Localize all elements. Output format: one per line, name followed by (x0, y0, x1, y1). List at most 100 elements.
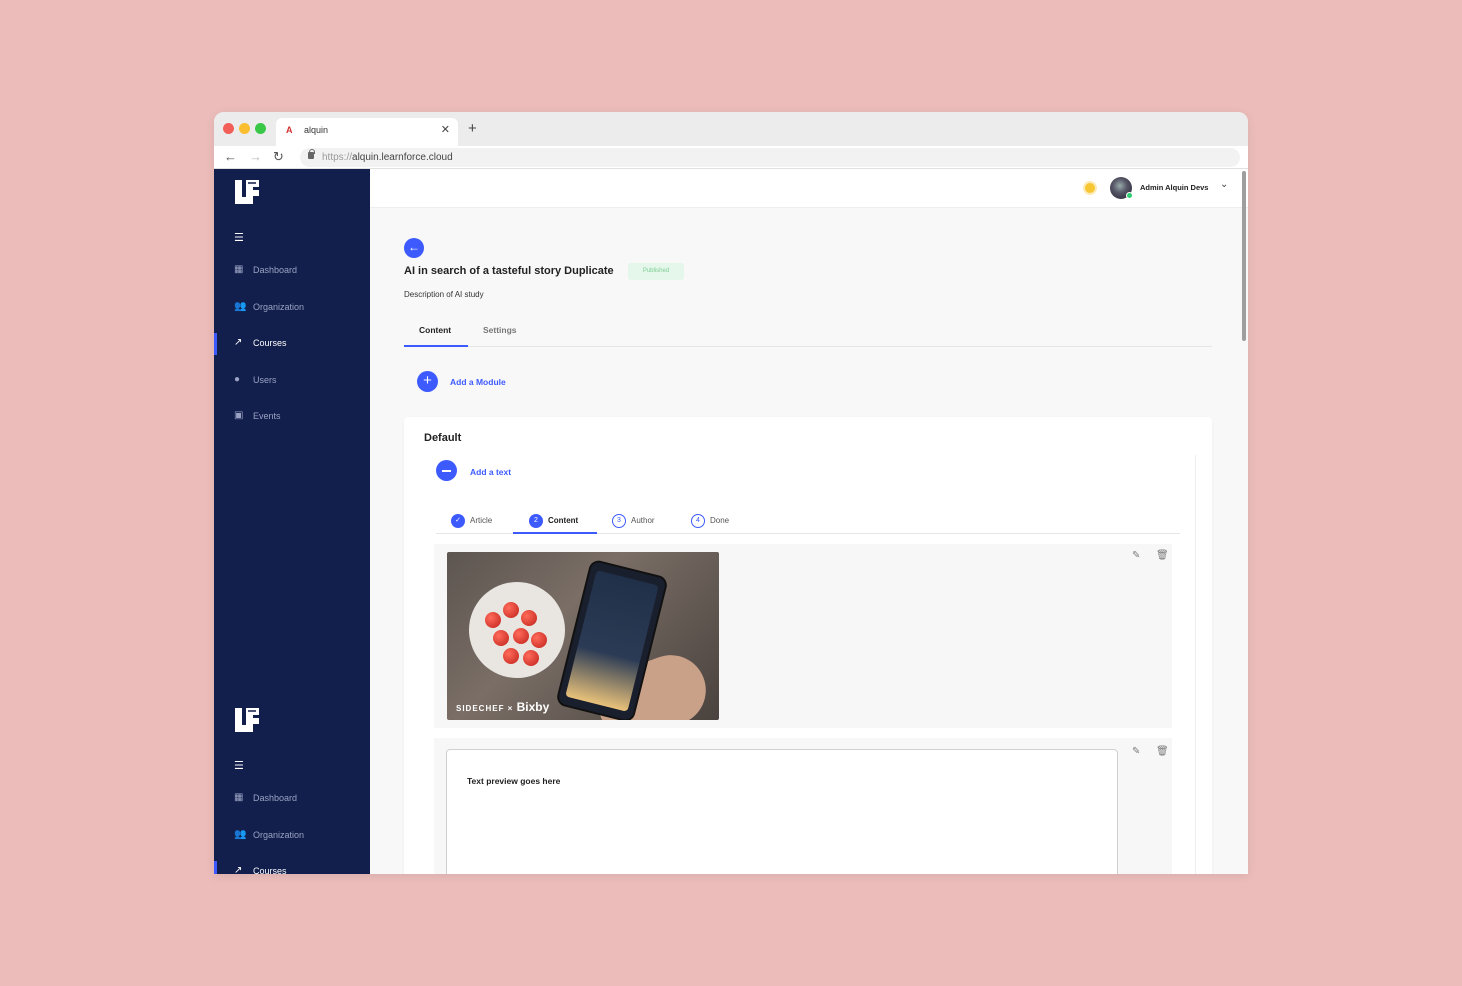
tomato-graphic (503, 648, 519, 664)
sidebar-item-dashboard[interactable]: ▦ Dashboard (214, 260, 370, 282)
people-icon: 👥 (234, 829, 247, 840)
delete-icon[interactable]: 🗑 (1156, 550, 1169, 561)
image-watermark: SIDECHEF × Bixby (456, 700, 549, 714)
edit-icon[interactable]: ✎ (1132, 550, 1140, 561)
avatar[interactable] (1110, 177, 1133, 199)
sidebar-item-users[interactable]: ● Users (214, 370, 370, 392)
top-bar: Admin Alquin Devs ⌄ (370, 169, 1248, 208)
course-description: Description of AI study (404, 290, 484, 299)
tomato-graphic (485, 612, 501, 628)
tomato-graphic (513, 628, 529, 644)
status-badge: Published (628, 263, 684, 280)
sidebar-item-label: Users (253, 375, 277, 385)
sidebar: ☰ ▦ Dashboard 👥 Organization ↗ Courses ●… (214, 169, 370, 874)
sidebar-item-label: Organization (253, 302, 305, 312)
tomato-graphic (523, 650, 539, 666)
back-arrow-icon[interactable]: ← (224, 149, 237, 164)
sidebar-item-label: Dashboard (253, 793, 298, 803)
edit-icon[interactable]: ✎ (1132, 746, 1140, 757)
people-icon: 👥 (234, 301, 247, 312)
learnforce-logo[interactable] (233, 706, 261, 734)
url-field[interactable]: https://alquin.learnforce.cloud (300, 148, 1240, 167)
close-tab-icon[interactable]: ✕ (441, 123, 450, 136)
minimize-window-button[interactable] (239, 123, 250, 134)
step-label: Author (631, 516, 655, 525)
step-label: Content (548, 516, 579, 525)
maximize-window-button[interactable] (255, 123, 266, 134)
tomato-graphic (503, 602, 519, 618)
browser-window: A alquin ✕ + ← → ↻ https://alquin.learnf… (214, 112, 1248, 874)
dashboard-icon: ▦ (234, 264, 244, 275)
step-number: 2 (529, 514, 543, 528)
browser-tab-bar: A alquin ✕ + (214, 112, 1248, 146)
sidebar-item-organization[interactable]: 👥 Organization (214, 825, 370, 847)
page-title: AI in search of a tasteful story Duplica… (404, 265, 614, 277)
favicon-icon: A (286, 125, 293, 135)
text-preview-content: Text preview goes here (467, 776, 561, 786)
add-text-label[interactable]: Add a text (470, 467, 511, 477)
sidebar-item-label: Organization (253, 830, 305, 840)
back-button[interactable]: ← (404, 238, 424, 258)
add-module-button[interactable]: + (417, 371, 438, 392)
trending-icon: ↗ (234, 337, 243, 348)
watermark-partner: Bixby (516, 700, 550, 714)
step-label: Article (470, 516, 493, 525)
active-tab-indicator (404, 345, 468, 347)
sidebar-item-courses[interactable]: ↗ Courses (214, 333, 370, 355)
sidebar-item-label: Dashboard (253, 265, 298, 275)
delete-icon[interactable]: 🗑 (1156, 746, 1169, 757)
collapse-text-button[interactable] (436, 460, 457, 481)
sidebar-item-label: Events (253, 411, 281, 421)
user-name[interactable]: Admin Alquin Devs (1140, 183, 1208, 192)
tab-title: alquin (304, 125, 329, 135)
chevron-down-icon[interactable]: ⌄ (1220, 179, 1228, 190)
check-icon: ✓ (451, 514, 465, 528)
tomato-graphic (531, 632, 547, 648)
tab-content[interactable]: Content (419, 325, 451, 335)
text-block: Text preview goes here ✎ 🗑 (434, 738, 1172, 874)
content-image: SIDECHEF × Bixby (447, 552, 719, 720)
reload-icon[interactable]: ↻ (273, 149, 284, 165)
step-number: 3 (612, 514, 626, 528)
text-preview[interactable]: Text preview goes here (446, 749, 1118, 874)
forward-arrow-icon[interactable]: → (249, 149, 262, 164)
sidebar-item-dashboard[interactable]: ▦ Dashboard (214, 788, 370, 810)
dashboard-icon: ▦ (234, 792, 244, 803)
watermark-brand: SIDECHEF × (456, 704, 514, 713)
sidebar-item-courses[interactable]: ↗ Courses (214, 861, 370, 874)
sidebar-item-organization[interactable]: 👥 Organization (214, 297, 370, 319)
step-number: 4 (691, 514, 705, 528)
plate-graphic (469, 582, 565, 678)
module-body: Add a text ✓ Article 2 Content 3 Author (424, 455, 1196, 874)
lock-icon (308, 149, 315, 159)
add-module-label[interactable]: Add a Module (450, 377, 506, 387)
active-step-indicator (513, 532, 597, 534)
step-label: Done (710, 516, 730, 525)
main-content: Admin Alquin Devs ⌄ ← AI in search of a … (370, 169, 1248, 874)
close-window-button[interactable] (223, 123, 234, 134)
sidebar-item-events[interactable]: ▣ Events (214, 406, 370, 428)
page-tabs: Content Settings (404, 319, 1212, 347)
browser-tab[interactable]: A alquin ✕ (276, 118, 458, 146)
theme-toggle-sun-icon[interactable] (1085, 183, 1095, 193)
collapse-menu-icon[interactable]: ☰ (234, 231, 244, 244)
tomato-graphic (521, 610, 537, 626)
image-block: SIDECHEF × Bixby ✎ 🗑 (434, 544, 1172, 728)
url-protocol: https:// (322, 152, 353, 163)
url-host: alquin.learnforce.cloud (352, 152, 453, 163)
tab-settings[interactable]: Settings (483, 325, 517, 335)
module-title: Default (424, 432, 462, 444)
module-card: Default Add a text ✓ Article 2 Content 3 (404, 417, 1212, 874)
sidebar-item-label: Courses (253, 338, 287, 348)
person-icon: ● (234, 374, 241, 385)
learnforce-logo[interactable] (233, 178, 261, 206)
new-tab-icon[interactable]: + (468, 120, 477, 137)
collapse-menu-icon[interactable]: ☰ (234, 759, 244, 772)
trending-icon: ↗ (234, 865, 243, 874)
tomato-graphic (493, 630, 509, 646)
stepper: ✓ Article 2 Content 3 Author 4 Done (436, 510, 1180, 534)
calendar-icon: ▣ (234, 410, 244, 421)
scrollbar[interactable] (1242, 171, 1246, 341)
address-bar: ← → ↻ https://alquin.learnforce.cloud (214, 146, 1248, 169)
sidebar-item-label: Courses (253, 866, 287, 874)
